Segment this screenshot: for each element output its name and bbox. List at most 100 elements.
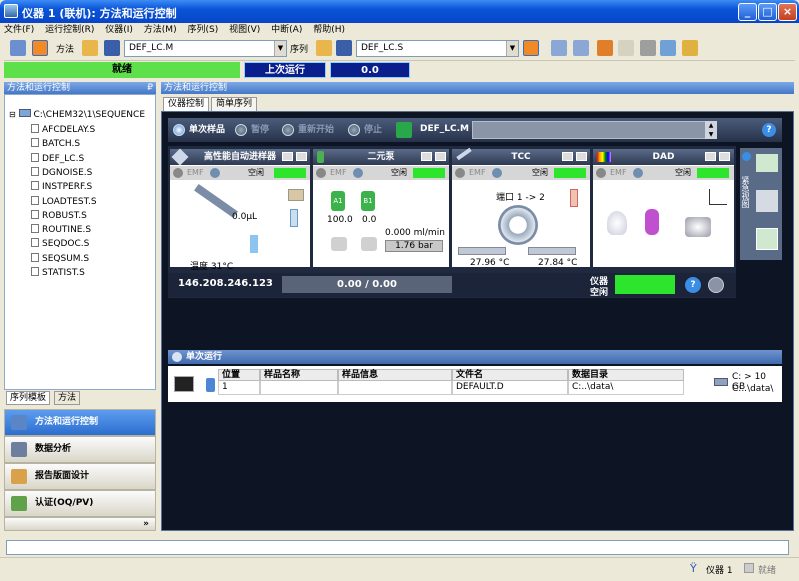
sequence-file-item[interactable]: INSTPERF.S bbox=[31, 181, 92, 192]
uv-lamp-icon bbox=[645, 209, 659, 235]
right-column-icon bbox=[528, 247, 576, 255]
sampler-view-icon[interactable] bbox=[573, 40, 589, 56]
minimize-icon[interactable] bbox=[705, 152, 716, 161]
help-icon[interactable]: ? bbox=[685, 277, 701, 293]
system-diagram-icon[interactable] bbox=[523, 40, 539, 56]
method-select[interactable]: DEF_LC.M ▼ bbox=[124, 40, 287, 57]
power-icon[interactable] bbox=[455, 168, 465, 178]
sequence-file-item[interactable]: BATCH.S bbox=[31, 138, 80, 149]
signal-plot-icon[interactable] bbox=[756, 228, 778, 250]
nav-verification[interactable]: 认证(OQ/PV) bbox=[4, 490, 156, 517]
collapse-icon[interactable] bbox=[172, 352, 182, 362]
sequence-file-item[interactable]: SEQDOC.S bbox=[31, 238, 89, 249]
open-method-icon[interactable] bbox=[82, 40, 98, 56]
sequence-file-item[interactable]: DGNOISE.S bbox=[31, 166, 92, 178]
tab-method[interactable]: 方法 bbox=[54, 391, 81, 405]
status-strip: EMF 空闲 bbox=[593, 166, 734, 180]
solvent-b1-percent: 0.0 bbox=[362, 215, 377, 225]
nav-method-run-control[interactable]: 方法和运行控制 bbox=[4, 409, 156, 436]
print-icon[interactable] bbox=[640, 40, 656, 56]
message-field[interactable] bbox=[6, 540, 789, 555]
tab-instrument-control[interactable]: 仪器控制 bbox=[163, 97, 210, 111]
power-icon[interactable] bbox=[708, 277, 724, 293]
side-panel-toggle[interactable] bbox=[742, 152, 751, 161]
expand-icon[interactable] bbox=[296, 152, 307, 161]
tab-sequence-template[interactable]: 序列模板 bbox=[6, 391, 51, 405]
sequence-file-item[interactable]: LOADTEST.S bbox=[31, 195, 97, 207]
device-header: 高性能自动进样器 bbox=[170, 148, 310, 166]
check-icon bbox=[353, 168, 363, 178]
pin-icon[interactable]: ₽ bbox=[147, 82, 153, 94]
statusbar-state: 就绪 bbox=[758, 566, 777, 576]
sequence-file-item[interactable]: AFCDELAY.S bbox=[31, 124, 95, 135]
left-column-icon bbox=[458, 247, 506, 255]
sequence-tree: ⊟ C:\CHEM32\1\SEQUENCE AFCDELAY.S BATCH.S… bbox=[4, 94, 156, 390]
menu-method[interactable]: 方法(M) bbox=[144, 23, 177, 37]
sequence-file-item[interactable]: STATIST.S bbox=[31, 267, 85, 278]
chromatogram-icon[interactable] bbox=[756, 154, 778, 172]
minimize-icon[interactable] bbox=[562, 152, 573, 161]
nav-data-analysis[interactable]: 数据分析 bbox=[4, 436, 156, 463]
help-icon[interactable]: ? bbox=[762, 123, 776, 137]
disk-path: C:..\data\ bbox=[732, 384, 774, 394]
edit-method-icon[interactable] bbox=[660, 40, 676, 56]
save-method-icon[interactable] bbox=[104, 40, 120, 56]
sample-vial-button[interactable] bbox=[174, 376, 194, 392]
menu-run-control[interactable]: 运行控制(R) bbox=[45, 23, 94, 37]
cell-data-dir[interactable]: C:..\data\ bbox=[568, 381, 684, 395]
menu-help[interactable]: 帮助(H) bbox=[313, 23, 345, 37]
print-preview-icon[interactable] bbox=[618, 40, 634, 56]
close-button[interactable]: × bbox=[778, 3, 797, 21]
save-sequence-icon[interactable] bbox=[336, 40, 352, 56]
sequence-file-item[interactable]: ROBUST.S bbox=[31, 209, 87, 221]
audit-icon[interactable] bbox=[682, 40, 698, 56]
tree-root[interactable]: ⊟ C:\CHEM32\1\SEQUENCE bbox=[9, 109, 145, 120]
file-icon bbox=[31, 238, 39, 248]
menu-view[interactable]: 视图(V) bbox=[229, 23, 260, 37]
expand-icon[interactable] bbox=[435, 152, 446, 161]
sequence-file-item[interactable]: SEQSUM.S bbox=[31, 252, 89, 264]
device-autosampler: 高性能自动进样器 EMF 空闲 0.0µL 温度 31°C bbox=[170, 148, 310, 272]
minimize-icon[interactable] bbox=[421, 152, 432, 161]
instrument-state-label: 空闲 bbox=[590, 288, 609, 298]
spectrum-plot-icon[interactable] bbox=[709, 189, 727, 205]
progress-scroll[interactable]: ▲ ▼ bbox=[705, 121, 717, 139]
open-sequence-icon[interactable] bbox=[316, 40, 332, 56]
cell-sample-name[interactable] bbox=[260, 381, 338, 395]
expand-icon[interactable] bbox=[719, 152, 730, 161]
expand-icon[interactable] bbox=[576, 152, 587, 161]
menu-abort[interactable]: 中断(A) bbox=[271, 23, 302, 37]
maximize-button[interactable]: □ bbox=[758, 3, 777, 21]
sequence-select[interactable]: DEF_LC.S ▼ bbox=[356, 40, 519, 57]
status-indicator bbox=[554, 168, 586, 178]
nav-more-button[interactable]: » bbox=[4, 517, 156, 531]
nav-report-layout[interactable]: 报告版面设计 bbox=[4, 463, 156, 490]
power-icon[interactable] bbox=[596, 168, 606, 178]
balance-icon[interactable] bbox=[756, 190, 778, 212]
cell-file-name[interactable]: DEFAULT.D bbox=[452, 381, 568, 395]
pump-head-icon bbox=[331, 237, 347, 251]
status-view-icon[interactable] bbox=[551, 40, 567, 56]
cell-sample-info[interactable] bbox=[338, 381, 452, 395]
book-icon[interactable] bbox=[597, 40, 613, 56]
power-icon[interactable] bbox=[316, 168, 326, 178]
tab-simple-sequence[interactable]: 简单序列 bbox=[211, 97, 258, 111]
vial-icon bbox=[250, 235, 258, 253]
power-icon[interactable] bbox=[173, 168, 183, 178]
pause-button[interactable]: 暂停 bbox=[233, 122, 269, 138]
layout-icon[interactable] bbox=[32, 40, 48, 56]
menu-file[interactable]: 文件(F) bbox=[4, 23, 34, 37]
file-icon bbox=[31, 181, 39, 191]
restart-button[interactable]: 重新开始 bbox=[280, 122, 334, 138]
stop-button[interactable]: 停止 bbox=[346, 122, 382, 138]
folder-icon bbox=[18, 109, 31, 117]
single-sample-button[interactable]: 单次样品 bbox=[171, 122, 225, 138]
view-icon[interactable] bbox=[10, 40, 26, 56]
cell-position[interactable]: 1 bbox=[218, 381, 260, 395]
menu-sequence[interactable]: 序列(S) bbox=[187, 23, 218, 37]
sequence-file-item[interactable]: DEF_LC.S bbox=[31, 152, 84, 164]
minimize-button[interactable]: _ bbox=[738, 3, 757, 21]
sequence-file-item[interactable]: ROUTINE.S bbox=[31, 224, 91, 235]
minimize-icon[interactable] bbox=[282, 152, 293, 161]
menu-instrument[interactable]: 仪器(I) bbox=[105, 23, 133, 37]
